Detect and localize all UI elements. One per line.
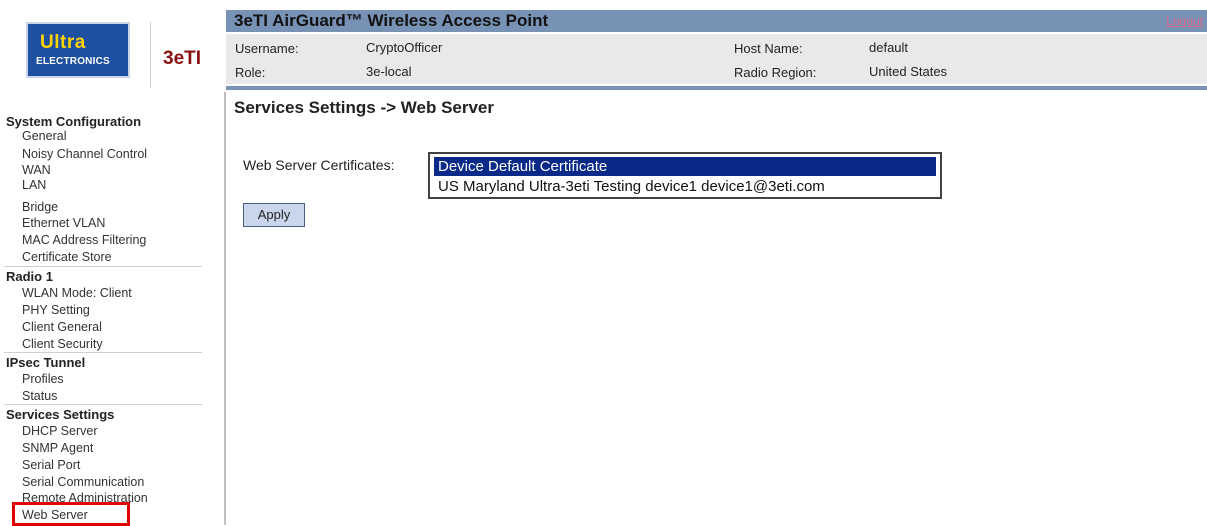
info-panel: Username: CryptoOfficer Role: 3e-local H… [226,34,1207,84]
sidebar-separator [4,352,202,353]
sidebar-item-profiles[interactable]: Profiles [22,372,64,386]
section-system-configuration: System Configuration [6,114,142,129]
username-label: Username: [235,41,299,56]
logo-divider [150,22,151,88]
web-server-highlight [12,502,130,526]
page-title: Services Settings -> Web Server [234,98,495,117]
header-underline [226,86,1207,90]
sidebar-item-dhcp-server[interactable]: DHCP Server [22,424,97,438]
sidebar-divider [224,92,226,525]
logout-link[interactable]: Logout [1166,14,1203,28]
sidebar-separator [4,404,202,405]
sidebar-item-phy-setting[interactable]: PHY Setting [22,303,90,317]
app-title: 3eTI AirGuard™ Wireless Access Point [234,11,549,30]
host-name-value: default [869,40,909,55]
host-name-label: Host Name: [734,41,803,56]
sidebar-item-serial-communication[interactable]: Serial Communication [22,475,144,489]
username-value: CryptoOfficer [366,40,443,55]
radio-region-value: United States [869,64,948,79]
sidebar-item-wlan-mode[interactable]: WLAN Mode: Client [22,286,132,300]
web-server-certificates-label: Web Server Certificates: [243,157,395,173]
sidebar-separator [4,266,202,267]
section-ipsec-tunnel: IPsec Tunnel [6,355,86,370]
section-radio-1: Radio 1 [6,269,53,284]
logo-area: Ultra ELECTRONICS 3eTI [0,10,224,90]
cert-option-device-default[interactable]: Device Default Certificate [434,157,936,176]
apply-button[interactable]: Apply [243,203,305,227]
sidebar-item-lan[interactable]: LAN [22,178,46,192]
sidebar-item-general[interactable]: General [22,129,66,143]
sidebar-item-serial-port[interactable]: Serial Port [22,458,80,472]
logo-electronics-text: ELECTRONICS [36,56,110,67]
sidebar-item-noisy-channel-control[interactable]: Noisy Channel Control [22,147,147,161]
role-value: 3e-local [366,64,412,79]
sidebar-item-wan[interactable]: WAN [22,163,51,177]
section-services-settings: Services Settings [6,407,115,422]
ultra-electronics-logo: Ultra ELECTRONICS [26,22,130,78]
radio-region-label: Radio Region: [734,65,817,80]
role-label: Role: [235,65,266,80]
sidebar-item-status[interactable]: Status [22,389,57,403]
sidebar-item-certificate-store[interactable]: Certificate Store [22,250,112,264]
sidebar-item-snmp-agent[interactable]: SNMP Agent [22,441,93,455]
sidebar-item-bridge[interactable]: Bridge [22,200,58,214]
sidebar-item-mac-address-filtering[interactable]: MAC Address Filtering [22,233,146,247]
header-bar: 3eTI AirGuard™ Wireless Access Point Log… [226,10,1207,32]
certificates-listbox[interactable]: Device Default Certificate US Maryland U… [428,152,942,199]
logo-ultra-text: Ultra [40,32,86,53]
sidebar-item-client-security[interactable]: Client Security [22,337,103,351]
app-frame: Ultra ELECTRONICS 3eTI 3eTI AirGuard™ Wi… [0,0,1207,526]
brand-3eti: 3eTI [163,48,202,69]
sidebar-item-client-general[interactable]: Client General [22,320,102,334]
cert-option-us-maryland[interactable]: US Maryland Ultra-3eti Testing device1 d… [434,177,936,196]
sidebar-item-ethernet-vlan[interactable]: Ethernet VLAN [22,216,105,230]
